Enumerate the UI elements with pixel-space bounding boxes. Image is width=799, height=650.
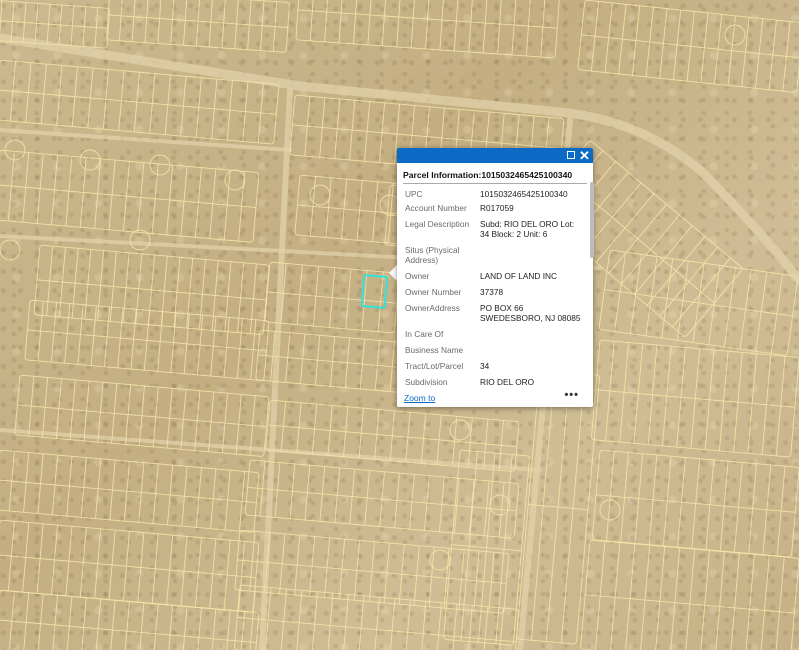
attribute-row: Tract/Lot/Parcel 34 (397, 361, 587, 371)
popup-attributes[interactable]: UPC 1015032465425100340 Account Number R017… (397, 185, 587, 391)
cul-de-sac (79, 149, 101, 171)
road (259, 87, 293, 650)
cul-de-sac (129, 229, 151, 251)
close-icon[interactable]: ✕ (578, 149, 591, 162)
attribute-value: 1015032465425100340 (480, 189, 568, 199)
parcel-block (443, 449, 530, 646)
parcel-block (106, 0, 290, 53)
parcel-block (0, 519, 260, 613)
maximize-icon[interactable] (564, 149, 577, 162)
more-options-icon[interactable]: ••• (564, 389, 579, 401)
attribute-row: Account Number R017059 (397, 203, 587, 213)
attribute-row: Owner Number 37378 (397, 287, 587, 297)
title-divider (403, 183, 587, 184)
cul-de-sac (224, 169, 246, 191)
parcel-block (591, 339, 799, 458)
parcel-block (591, 449, 799, 558)
cul-de-sac (4, 139, 26, 161)
attribute-row: Legal Description Subd: RIO DEL ORO Lot: … (397, 219, 587, 239)
attribute-row: Subdivision RIO DEL ORO (397, 377, 587, 387)
attribute-value (480, 329, 587, 339)
parcel-block (264, 261, 400, 334)
attribute-label: In Care Of (405, 329, 444, 339)
attribute-value: RIO DEL ORO (480, 377, 535, 387)
attribute-value (480, 345, 587, 355)
cul-de-sac (489, 494, 511, 516)
attribute-value: 34 (480, 361, 490, 371)
attribute-value: LAND OF LAND INC (480, 271, 557, 281)
attribute-label: Tract/Lot/Parcel (405, 361, 464, 371)
parcel-block (234, 529, 510, 614)
attribute-label: Situs (Physical Address) (405, 245, 460, 265)
parcel-popup: ✕ Parcel Information:1015032465425100340… (397, 148, 593, 407)
attribute-row: Situs (Physical Address) (397, 245, 587, 265)
attribute-value: 37378 (480, 287, 504, 297)
attribute-value (480, 245, 587, 265)
cul-de-sac (449, 419, 471, 441)
attribute-label: Account Number (405, 203, 467, 213)
parcel-block (0, 449, 260, 533)
attribute-value: PO BOX 66 SWEDESBORO, NJ 08085 (480, 303, 581, 323)
parcel-block (234, 584, 520, 650)
parcel-block (0, 589, 260, 650)
popup-scrollbar[interactable] (590, 182, 594, 258)
attribute-row: UPC 1015032465425100340 (397, 189, 587, 199)
parcel-block (14, 374, 270, 457)
parcel-block (598, 249, 799, 356)
parcel-block (577, 0, 799, 93)
parcel-block (295, 0, 560, 59)
parcel-block (245, 459, 520, 539)
parcel-block (0, 149, 260, 243)
attribute-value: R017059 (480, 203, 514, 213)
cul-de-sac (309, 184, 331, 206)
popup-footer: Zoom to ••• (397, 389, 593, 407)
parcel-block (265, 399, 520, 472)
attribute-value: Subd: RIO DEL ORO Lot: 34 Block: 2 Unit:… (480, 219, 575, 239)
attribute-row: Owner LAND OF LAND INC (397, 271, 587, 281)
zoom-to-link[interactable]: Zoom to (404, 393, 435, 403)
attribute-label: Subdivision (405, 377, 448, 387)
attribute-label: Owner Number (405, 287, 462, 297)
cul-de-sac (0, 239, 21, 261)
attribute-row: In Care Of (397, 329, 587, 339)
cul-de-sac (724, 24, 746, 46)
attribute-label: Legal Description (405, 219, 470, 229)
attribute-row: OwnerAddress PO BOX 66 SWEDESBORO, NJ 080… (397, 303, 587, 323)
parcel-block (580, 539, 799, 650)
parcel-block (33, 244, 270, 335)
attribute-label: UPC (405, 189, 423, 199)
attribute-label: Owner (405, 271, 430, 281)
attribute-label: OwnerAddress (405, 303, 460, 313)
popup-title: Parcel Information:1015032465425100340 (403, 170, 573, 180)
parcel-block (24, 299, 270, 381)
parcel-block (516, 369, 600, 645)
attribute-row: Business Name (397, 345, 587, 355)
popup-header: ✕ (397, 148, 593, 163)
attribute-label: Business Name (405, 345, 464, 355)
